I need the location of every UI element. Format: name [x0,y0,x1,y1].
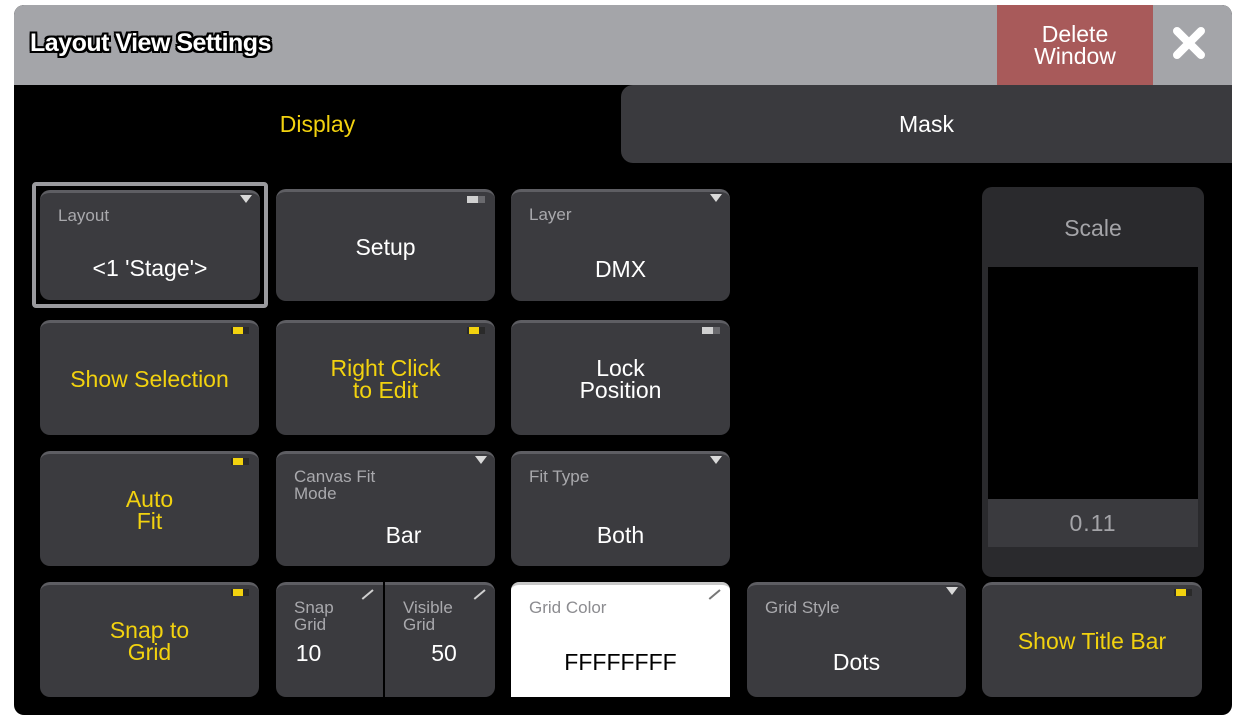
fit-type-button[interactable]: Fit Type Both [511,451,730,566]
grid-color-field[interactable]: Grid Color FFFFFFFF [511,582,730,697]
window-title: Layout View Settings [30,29,271,57]
delete-window-button[interactable]: Delete Window [997,5,1153,85]
dropdown-arrow-icon [710,456,722,464]
edit-icon [473,589,486,600]
dropdown-arrow-icon [475,456,487,464]
snap-to-grid-button[interactable]: Snap to Grid [40,582,259,697]
visible-grid-field[interactable]: Visible Grid 50 [385,582,495,697]
show-selection-label: Show Selection [70,366,229,392]
tab-display[interactable]: Display [14,85,621,163]
auto-fit-label: Auto Fit [125,486,174,534]
layer-button[interactable]: Layer DMX [511,189,730,301]
grid-style-value: Dots [832,649,881,675]
grid-style-label: Grid Style [765,598,840,617]
title-bar: Layout View Settings Delete Window [14,5,1232,85]
show-title-bar-button[interactable]: Show Title Bar [982,582,1202,697]
grid-color-label: Grid Color [529,598,607,617]
layout-view-settings-window: Layout View Settings Delete Window Displ… [14,5,1232,715]
right-click-to-edit-button[interactable]: Right Click to Edit [276,320,495,435]
layout-button[interactable]: Layout <1 'Stage'> [40,190,260,300]
close-icon[interactable] [1169,23,1209,63]
dropdown-arrow-icon [240,195,252,203]
edit-icon [708,589,721,600]
visible-grid-value: 50 [431,640,457,666]
edit-icon [361,589,374,600]
snap-grid-value: 10 [295,640,322,666]
tab-mask[interactable]: Mask [621,85,1232,163]
dropdown-arrow-icon [946,587,958,595]
scale-value: 0.11 [988,499,1198,547]
layer-value: DMX [594,256,647,282]
canvas-fit-mode-button[interactable]: Canvas Fit Mode Bar [276,451,495,566]
show-selection-button[interactable]: Show Selection [40,320,259,435]
fit-type-value: Both [596,522,645,548]
scale-track[interactable] [988,267,1198,499]
canvas-fit-mode-value: Bar [385,522,422,548]
setup-label: Setup [355,233,416,260]
snap-grid-label: Snap Grid [294,598,334,634]
snap-grid-field[interactable]: Snap Grid 10 [276,582,383,697]
layer-label: Layer [529,205,572,224]
auto-fit-button[interactable]: Auto Fit [40,451,259,566]
layout-label: Layout [58,206,110,225]
grid-color-value: FFFFFFFF [564,649,677,675]
show-title-bar-label: Show Title Bar [1017,628,1167,654]
setup-button[interactable]: Setup [276,189,495,301]
snap-to-grid-label: Snap to Grid [109,617,190,665]
dropdown-arrow-icon [710,194,722,202]
layout-value: <1 'Stage'> [92,255,208,281]
scale-fader[interactable]: Scale 0.11 [982,187,1204,577]
canvas-fit-mode-label: Canvas Fit Mode [294,467,376,503]
fit-type-label: Fit Type [529,467,590,486]
grid-style-button[interactable]: Grid Style Dots [747,582,966,697]
scale-label: Scale [1064,215,1122,241]
lock-position-label: Lock Position [579,355,662,403]
visible-grid-label: Visible Grid [403,598,453,634]
lock-position-button[interactable]: Lock Position [511,320,730,435]
right-click-to-edit-label: Right Click to Edit [330,355,441,403]
